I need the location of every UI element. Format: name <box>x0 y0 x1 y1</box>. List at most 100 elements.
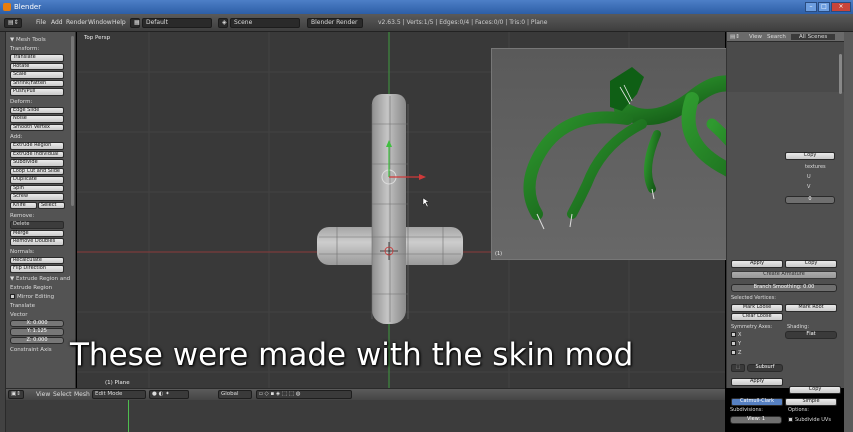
delete-menu[interactable]: Delete <box>10 221 64 229</box>
scene-field[interactable]: Scene <box>230 18 300 28</box>
shrink-fatten-button[interactable]: Shrink/Fatten <box>10 79 64 87</box>
panel-title[interactable]: ▼ Mesh Tools <box>10 37 71 43</box>
blender-logo-icon <box>3 3 11 11</box>
mouse-cursor-icon <box>422 197 430 208</box>
knife-button[interactable]: Knife <box>10 201 37 209</box>
menu-view[interactable]: View <box>36 391 50 398</box>
operator-panel-title[interactable]: ▼ Extrude Region and <box>10 276 71 282</box>
subsurf-modifier-icon[interactable]: ⬚ <box>731 364 745 372</box>
outliner-filter-select[interactable]: All Scenes <box>791 34 836 40</box>
mark-root-button[interactable]: Mark Root <box>785 304 837 312</box>
branch-smoothing-field[interactable]: Branch Smoothing: 0.00 <box>731 284 837 292</box>
simple-button[interactable]: Simple <box>785 398 837 406</box>
info-header: ▤⇕ File Add Render Window Help ▦ Default… <box>0 14 853 32</box>
menu-add[interactable]: Add <box>51 19 63 26</box>
mode-select[interactable]: Edit Mode <box>92 390 146 399</box>
subsurf-copy-button[interactable]: Copy <box>789 386 841 394</box>
value-field[interactable]: 0 <box>785 196 835 204</box>
timeline-area[interactable] <box>6 400 725 432</box>
menu-file[interactable]: File <box>36 19 46 26</box>
vector-y-field[interactable]: Y: 1.125 <box>10 328 64 336</box>
shading-mode-icons[interactable]: ● ◐ ✦ <box>149 390 189 399</box>
outliner-editor-icon[interactable]: ▤⇕ <box>730 34 740 40</box>
close-icon[interactable]: × <box>831 2 851 12</box>
smooth-vertex-button[interactable]: Smooth Vertex <box>10 123 64 131</box>
extrude-region-button[interactable]: Extrude Region <box>10 142 64 150</box>
rotate-button[interactable]: Rotate <box>10 62 64 70</box>
menu-mesh[interactable]: Mesh <box>74 391 90 398</box>
clear-loose-button[interactable]: Clear Loose <box>731 313 783 321</box>
knife-select-button[interactable]: Select <box>38 201 65 209</box>
outliner-search-menu[interactable]: Search <box>767 34 786 40</box>
extrude-individual-button[interactable]: Extrude Individual <box>10 150 64 158</box>
view-subdivisions-field[interactable]: View: 1 <box>730 416 782 424</box>
axis-z-checkbox[interactable]: Z <box>731 350 741 356</box>
create-armature-button[interactable]: Create Armature <box>731 271 837 279</box>
options-label: Options: <box>788 407 809 413</box>
merge-button[interactable]: Merge <box>10 229 64 237</box>
catmull-clark-button[interactable]: Catmull-Clark <box>731 398 783 406</box>
tool-shelf-scrollbar[interactable] <box>71 36 74 206</box>
window-controls: – □ × <box>805 2 851 12</box>
screen-layout-field[interactable]: Default <box>142 18 212 28</box>
right-edge-strip <box>844 32 853 432</box>
axis-y-checkbox[interactable]: Y <box>731 341 741 347</box>
mirror-editing-check[interactable] <box>10 293 15 299</box>
menu-render[interactable]: Render <box>66 19 87 26</box>
top-copy-button[interactable]: Copy <box>785 152 835 160</box>
3d-view-header: ▣⇕ View Select Mesh Edit Mode ● ◐ ✦ Glob… <box>6 388 725 400</box>
render-engine-select[interactable]: Blender Render <box>307 18 363 28</box>
outliner-scrollbar[interactable] <box>839 54 842 94</box>
frame-cursor[interactable] <box>128 400 129 432</box>
knife-row: Knife Select <box>10 201 71 211</box>
orientation-select[interactable]: Global <box>218 390 252 399</box>
outliner-tree[interactable] <box>727 42 845 94</box>
right-properties-column: ▤⇕ View Search All Scenes Copy textures … <box>726 32 845 406</box>
screw-button[interactable]: Screw <box>10 193 64 201</box>
mark-loose-button[interactable]: Mark Loose <box>731 304 783 312</box>
axis-x-checkbox[interactable]: X <box>731 332 741 338</box>
view-label: Top Persp <box>84 35 111 41</box>
window-titlebar: Blender – □ × <box>0 0 853 14</box>
deform-heading: Deform: <box>10 98 33 105</box>
minimize-icon[interactable]: – <box>805 2 817 12</box>
outliner-view-menu[interactable]: View <box>749 34 762 40</box>
translate-button[interactable]: Translate <box>10 54 64 62</box>
recalculate-button[interactable]: Recalculate <box>10 256 64 264</box>
spin-button[interactable]: Spin <box>10 184 64 192</box>
selection-mode-icons[interactable]: ▫ ◇ ▪ ◈ ⬚ ⬚ ◍ <box>256 390 352 399</box>
subdivide-uvs-checkbox[interactable]: Subdivide UVs <box>788 417 831 423</box>
vector-label: Vector <box>10 311 28 318</box>
subsurf-apply-button[interactable]: Apply <box>731 378 783 386</box>
noise-button[interactable]: Noise <box>10 115 64 123</box>
mirror-editing-checkbox[interactable]: Mirror Editing <box>10 293 71 300</box>
shading-select[interactable]: Flat <box>785 331 837 339</box>
scale-button[interactable]: Scale <box>10 71 64 79</box>
edge-slide-button[interactable]: Edge Slide <box>10 106 64 114</box>
menu-window[interactable]: Window <box>88 19 112 26</box>
textures-label: textures <box>805 164 826 170</box>
scene-icon[interactable]: ◈ <box>218 18 228 28</box>
duplicate-button[interactable]: Duplicate <box>10 176 64 184</box>
vector-x-field[interactable]: X: 0.000 <box>10 319 64 327</box>
v-label: V <box>807 184 811 190</box>
skin-copy-button[interactable]: Copy <box>785 260 837 268</box>
transform-heading: Transform: <box>10 46 40 52</box>
editor-type-selector[interactable]: ▤⇕ <box>4 18 22 28</box>
loop-cut-button[interactable]: Loop Cut and Slide <box>10 167 64 175</box>
subdivide-button[interactable]: Subdivide <box>10 159 64 167</box>
constraint-axis-label: Constraint Axis <box>10 347 52 353</box>
u-label: U <box>807 174 811 180</box>
push-pull-button[interactable]: Push/Pull <box>10 88 64 96</box>
maximize-icon[interactable]: □ <box>818 2 830 12</box>
shading-label: Shading: <box>787 324 809 330</box>
vector-z-field[interactable]: Z: 0.000 <box>10 336 64 344</box>
remove-doubles-button[interactable]: Remove Doubles <box>10 238 64 246</box>
skin-apply-button[interactable]: Apply <box>731 260 783 268</box>
subsurf-name-field[interactable]: Subsurf <box>747 364 783 372</box>
screen-layout-icon[interactable]: ▦ <box>130 18 140 28</box>
3d-editor-type-icon[interactable]: ▣⇕ <box>8 390 24 399</box>
menu-help[interactable]: Help <box>112 19 126 26</box>
flip-direction-button[interactable]: Flip Direction <box>10 265 64 273</box>
menu-select[interactable]: Select <box>53 391 72 398</box>
